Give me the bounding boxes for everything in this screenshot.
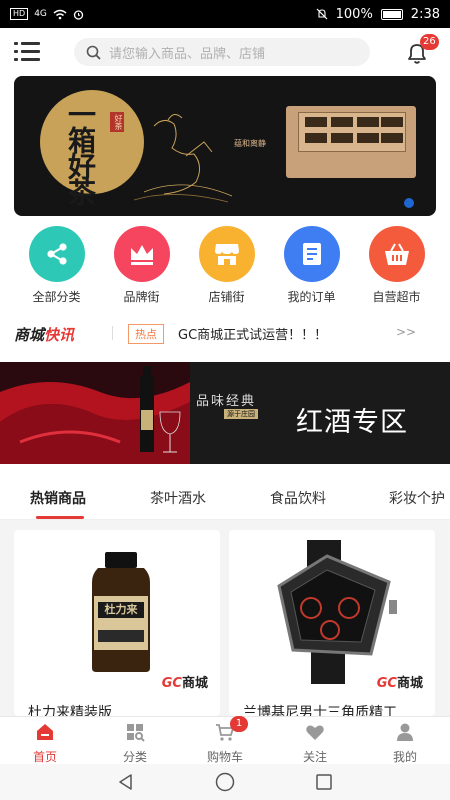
top-bar: 请您输入商品、品牌、店铺 26 [0,28,450,76]
clock: 2:38 [410,6,440,22]
cart-badge: 1 [230,716,248,732]
category-orders[interactable]: 我的订单 [269,226,354,306]
hd-icon: HD [10,8,29,20]
news-more-link[interactable]: >> [396,325,416,339]
news-tag: 热点 [128,324,164,344]
gc-mall-logo: GC商城 [161,676,208,691]
nav-profile[interactable]: 我的 [360,717,450,764]
search-icon [86,45,101,60]
heart-icon [306,725,324,740]
home-circle-icon[interactable] [215,772,235,792]
category-orders-label: 我的订单 [287,290,336,304]
notification-button[interactable]: 26 [404,34,439,66]
user-icon [397,723,413,741]
nav-home[interactable]: 首页 [0,717,90,764]
product-name: 杜力来精装版 [28,705,112,716]
basket-icon [368,226,425,282]
news-text[interactable]: GC商城正式试运营！！！ [178,324,327,343]
search-placeholder: 请您输入商品、品牌、店铺 [109,46,266,62]
nav-home-label: 首页 [32,750,57,764]
wine-title: 红酒专区 [296,407,408,438]
category-supermarket-label: 自营超市 [372,290,421,304]
banner-stamp: 好茶 [110,112,124,132]
menu-icon[interactable] [14,42,40,62]
tab-food-drinks[interactable]: 食品饮料 [270,488,326,508]
tea-picker-illustration [133,114,233,203]
nav-category[interactable]: 分类 [90,717,180,764]
news-ticker[interactable]: 商城快讯 热点 GC商城正式试运营！！！ >> [0,306,450,358]
banner-product-subtitle: 蕴和离静 [234,139,266,148]
alarm-icon [73,9,84,20]
nav-follow-label: 关注 [302,750,327,764]
category-stores[interactable]: 店铺街 [184,226,269,306]
back-icon[interactable] [117,773,135,791]
product-grid: 杜力来 GC商城 杜力来精装版 GC商城 兰博基尼男士三角质精工 [0,520,450,716]
product-name: 兰博基尼男士三角质精工 [243,705,397,716]
nav-cart-label: 购物车 [206,750,243,764]
battery-percent: 100% [335,6,373,22]
news-divider [112,326,113,340]
wine-banner[interactable]: 品味经典 源于庄园 红酒专区 [0,362,450,464]
banner-pagination-dot[interactable] [404,198,414,208]
category-all-label: 全部分类 [32,290,81,304]
nav-category-label: 分类 [122,750,147,764]
news-brand: 商城快讯 [14,326,75,344]
home-icon [37,724,53,740]
mute-icon [316,8,328,20]
category-all[interactable]: 全部分类 [14,226,99,306]
category-brands-label: 品牌街 [123,290,160,304]
wine-slogan: 品味经典 [196,394,257,409]
nav-profile-label: 我的 [392,750,417,764]
tab-beauty[interactable]: 彩妆个护 [389,488,445,508]
wifi-icon [53,9,67,19]
store-icon [198,226,255,282]
system-navigation-bar [0,764,450,800]
search-input[interactable]: 请您输入商品、品牌、店铺 [74,38,370,66]
share-icon [28,226,85,282]
gc-mall-logo: GC商城 [376,676,423,691]
battery-icon [380,8,403,20]
status-bar: HD 4G 100% 2:38 [0,0,450,28]
category-supermarket[interactable]: 自营超市 [354,226,439,306]
bottle-label-text: 杜力来 [104,603,138,616]
category-icon [127,724,145,742]
notification-badge: 26 [420,34,439,50]
category-shortcuts: 全部分类 品牌街 店铺街 我的订单 自营超市 [0,226,450,306]
crown-icon [113,226,170,282]
category-brands[interactable]: 品牌街 [99,226,184,306]
wine-slogan-sub: 源于庄园 [224,409,258,419]
tab-active-indicator [36,516,84,519]
nav-cart[interactable]: 1 购物车 [180,716,270,764]
tab-hot[interactable]: 热销商品 [30,488,86,508]
product-card[interactable]: 杜力来 GC商城 杜力来精装版 [14,530,220,716]
wine-splash-illustration [0,362,190,464]
category-stores-label: 店铺街 [208,290,245,304]
tea-banner[interactable]: 一箱好茶 好茶 蕴和离静 [14,76,436,216]
recents-icon[interactable] [315,773,333,791]
product-card[interactable]: GC商城 兰博基尼男士三角质精工 [229,530,435,716]
product-tabs: 热销商品 茶叶酒水 食品饮料 彩妆个护 [0,476,450,520]
order-icon [283,226,340,282]
signal-icon: 4G [34,9,47,19]
tab-tea-wine[interactable]: 茶叶酒水 [150,488,206,508]
banner-brand-text: 一箱好茶 [64,100,97,204]
bottom-navigation: 首页 分类 1 购物车 关注 我的 [0,716,450,764]
nav-follow[interactable]: 关注 [270,717,360,764]
tea-gift-box [286,106,416,178]
